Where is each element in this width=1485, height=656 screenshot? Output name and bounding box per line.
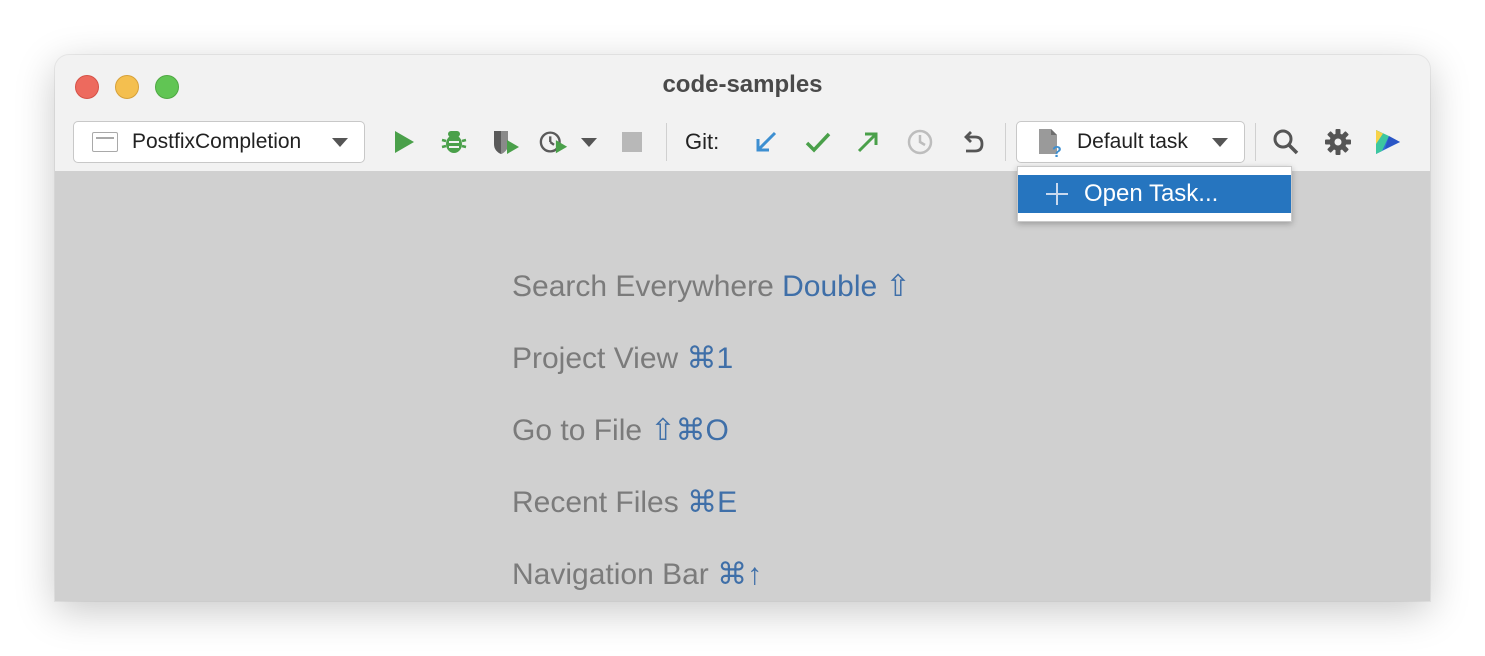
main-toolbar: PostfixCompletion Git: ? Default task	[55, 117, 1430, 171]
title-bar: code-samples	[55, 55, 1430, 117]
task-dropdown-menu: Open Task...	[1017, 166, 1292, 222]
toolbar-separator	[666, 123, 667, 161]
ide-window: code-samples PostfixCompletion Git: ? De…	[55, 55, 1430, 601]
chevron-down-icon	[332, 137, 348, 147]
menu-item-label: Open Task...	[1084, 180, 1219, 207]
search-everywhere-button[interactable]	[1271, 127, 1301, 157]
run-with-coverage-button[interactable]	[491, 127, 521, 157]
task-selector[interactable]: ? Default task	[1016, 121, 1245, 163]
stop-icon	[622, 132, 642, 152]
plus-icon	[1046, 183, 1068, 205]
run-icon	[395, 131, 414, 153]
shortcut-key: Double ⇧	[782, 270, 911, 303]
git-commit-icon	[805, 132, 831, 153]
shortcut-key: ⇧⌘O	[650, 414, 729, 447]
toolbar-separator	[1005, 123, 1006, 161]
settings-button[interactable]	[1323, 127, 1353, 157]
run-button[interactable]	[389, 127, 419, 157]
menu-item-open-task[interactable]: Open Task...	[1018, 175, 1291, 213]
editor-empty-area: Search Everywhere Double ⇧ Project View …	[55, 171, 1430, 601]
hint-recent-files: Recent Files ⌘E	[512, 486, 738, 519]
search-icon	[1273, 129, 1299, 155]
hint-navigation-bar: Navigation Bar ⌘↑	[512, 558, 763, 591]
window-title: code-samples	[662, 71, 823, 98]
coverage-icon	[494, 131, 519, 154]
more-run-options-button[interactable]	[579, 127, 599, 157]
git-label: Git:	[685, 129, 720, 154]
empty-editor-hints: Search Everywhere Double ⇧ Project View …	[512, 269, 911, 601]
run-configuration-label: PostfixCompletion	[132, 130, 302, 153]
stop-button[interactable]	[617, 127, 647, 157]
code-with-me-icon	[1376, 130, 1400, 154]
git-update-icon	[756, 131, 777, 152]
history-icon	[907, 129, 933, 155]
hint-go-to-file: Go to File ⇧⌘O	[512, 414, 729, 447]
shortcut-key: ⌘↑	[717, 558, 763, 591]
svg-text:?: ?	[1052, 144, 1062, 158]
task-label: Default task	[1077, 130, 1188, 153]
run-configuration-icon	[92, 132, 118, 152]
code-with-me-button[interactable]	[1373, 127, 1403, 157]
toolbar-separator	[1255, 123, 1256, 161]
hint-project-view: Project View ⌘1	[512, 342, 734, 375]
git-history-button[interactable]	[905, 127, 935, 157]
debug-button[interactable]	[439, 127, 469, 157]
shortcut-key: ⌘E	[687, 486, 738, 519]
git-update-button[interactable]	[751, 127, 781, 157]
debug-icon	[441, 131, 467, 153]
chevron-down-icon	[581, 137, 597, 147]
settings-icon	[1325, 129, 1351, 155]
task-icon: ?	[1039, 129, 1062, 158]
git-push-icon	[857, 132, 878, 153]
hint-search-everywhere: Search Everywhere Double ⇧	[512, 270, 911, 303]
git-commit-button[interactable]	[803, 127, 833, 157]
profile-icon	[539, 131, 568, 154]
chevron-down-icon	[1212, 137, 1228, 147]
run-configuration-selector[interactable]: PostfixCompletion	[73, 121, 365, 163]
shortcut-key: ⌘1	[686, 342, 734, 375]
profile-button[interactable]	[539, 127, 569, 157]
git-push-button[interactable]	[853, 127, 883, 157]
rollback-icon	[964, 131, 984, 153]
git-rollback-button[interactable]	[957, 127, 987, 157]
